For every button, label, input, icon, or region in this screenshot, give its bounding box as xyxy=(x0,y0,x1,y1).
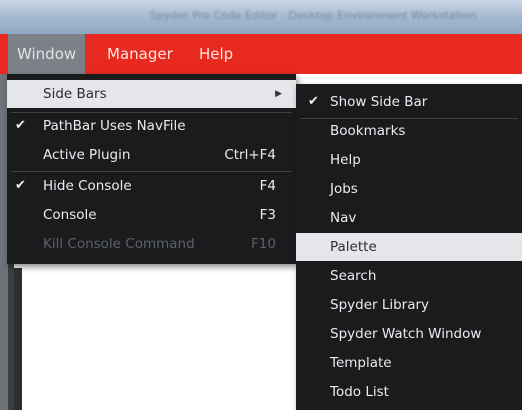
check-icon: ✔ xyxy=(15,118,26,133)
shortcut-label: Ctrl+F4 xyxy=(224,147,276,163)
menu-bar: Window Manager Help xyxy=(0,34,522,74)
submenu-item-spyder-library[interactable]: Spyder Library xyxy=(296,291,522,319)
menu-item-kill-console-command: Kill Console Command F10 xyxy=(7,230,296,258)
submenu-item-todo-list[interactable]: Todo List xyxy=(296,378,522,406)
submenu-item-bookmarks[interactable]: Bookmarks xyxy=(296,117,522,145)
chevron-right-icon: ▶ xyxy=(275,89,282,99)
sidebars-submenu: ✔ Show Side Bar Bookmarks Help Jobs Nav … xyxy=(296,84,522,410)
window-title-bar: Spyder Pro Code Editor - Desktop Environ… xyxy=(0,0,522,34)
menu-item-hide-console[interactable]: ✔ Hide Console F4 xyxy=(7,172,296,200)
submenu-item-show-side-bar[interactable]: ✔ Show Side Bar xyxy=(296,88,522,116)
shortcut-label: F4 xyxy=(259,178,276,194)
submenu-item-spyder-watch-window[interactable]: Spyder Watch Window xyxy=(296,320,522,348)
submenu-item-template[interactable]: Template xyxy=(296,349,522,377)
menu-item-console[interactable]: Console F3 xyxy=(7,201,296,229)
submenu-item-help[interactable]: Help xyxy=(296,146,522,174)
check-icon: ✔ xyxy=(15,178,26,193)
submenu-item-nav[interactable]: Nav xyxy=(296,204,522,232)
submenu-item-jobs[interactable]: Jobs xyxy=(296,175,522,203)
window-menu-dropdown: Side Bars ▶ ✔ PathBar Uses NavFile Activ… xyxy=(7,74,296,264)
shortcut-label: F10 xyxy=(251,236,276,252)
menu-item-active-plugin[interactable]: Active Plugin Ctrl+F4 xyxy=(7,141,296,169)
menu-manager[interactable]: Manager xyxy=(98,34,182,74)
editor-workspace[interactable] xyxy=(22,268,318,410)
menu-item-side-bars[interactable]: Side Bars ▶ xyxy=(7,80,296,108)
window-title: Spyder Pro Code Editor - Desktop Environ… xyxy=(150,9,477,22)
workspace-border xyxy=(14,268,22,410)
menu-window[interactable]: Window xyxy=(8,34,86,74)
menu-help[interactable]: Help xyxy=(190,34,242,74)
menu-item-pathbar-uses-navfile[interactable]: ✔ PathBar Uses NavFile xyxy=(7,112,296,140)
submenu-item-search[interactable]: Search xyxy=(296,262,522,290)
check-icon: ✔ xyxy=(308,94,319,109)
submenu-item-palette[interactable]: Palette xyxy=(296,233,522,261)
shortcut-label: F3 xyxy=(259,207,276,223)
